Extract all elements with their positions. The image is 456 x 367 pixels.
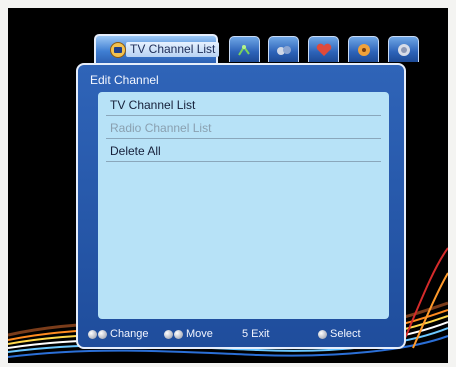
- change-label: Change: [110, 328, 149, 340]
- up-down-keys-icon: [164, 329, 183, 339]
- tab-label: TV Channel List: [126, 42, 220, 57]
- menu-item-tv-channel-list[interactable]: TV Channel List: [106, 94, 381, 116]
- tab-tools[interactable]: [268, 36, 299, 62]
- info-icon: [397, 43, 410, 56]
- heart-icon: [316, 43, 331, 56]
- change-hint: Change: [88, 328, 149, 340]
- tab-tv-channel-list[interactable]: TV Channel List: [94, 34, 220, 64]
- edit-channel-panel: Edit Channel TV Channel List Radio Chann…: [76, 63, 406, 349]
- footer-hints: Change Move 5 Exit Select: [78, 325, 408, 345]
- tools-icon: [276, 45, 291, 55]
- select-hint: Select: [318, 328, 361, 340]
- exit-label: Exit: [251, 328, 270, 340]
- satellite-dish-icon: [237, 44, 250, 56]
- menu-item-label: Radio Channel List: [110, 121, 212, 135]
- menu-item-radio-channel-list[interactable]: Radio Channel List: [106, 117, 381, 139]
- move-label: Move: [186, 328, 213, 340]
- ok-key-icon: [318, 329, 327, 339]
- tab-installation[interactable]: [229, 36, 260, 62]
- tab-info[interactable]: [388, 36, 419, 62]
- settings-icon: [357, 43, 370, 56]
- tv-screen: TV Channel List Edit Channel TV Channel …: [8, 8, 448, 363]
- move-hint: Move: [164, 328, 213, 340]
- tab-favorites[interactable]: [308, 36, 339, 62]
- select-label: Select: [330, 328, 361, 340]
- menu-item-label: TV Channel List: [110, 98, 196, 112]
- panel-title: Edit Channel: [90, 73, 159, 87]
- menu-item-delete-all[interactable]: Delete All: [106, 140, 381, 162]
- exit-key-label: 5: [242, 328, 249, 340]
- left-right-keys-icon: [88, 329, 107, 339]
- tab-settings[interactable]: [348, 36, 379, 62]
- menu-item-label: Delete All: [110, 144, 161, 158]
- tv-bezel: TV Channel List Edit Channel TV Channel …: [0, 0, 456, 367]
- tv-icon: [110, 42, 126, 58]
- exit-hint: 5 Exit: [242, 328, 269, 340]
- menu-list: TV Channel List Radio Channel List Delet…: [98, 92, 389, 319]
